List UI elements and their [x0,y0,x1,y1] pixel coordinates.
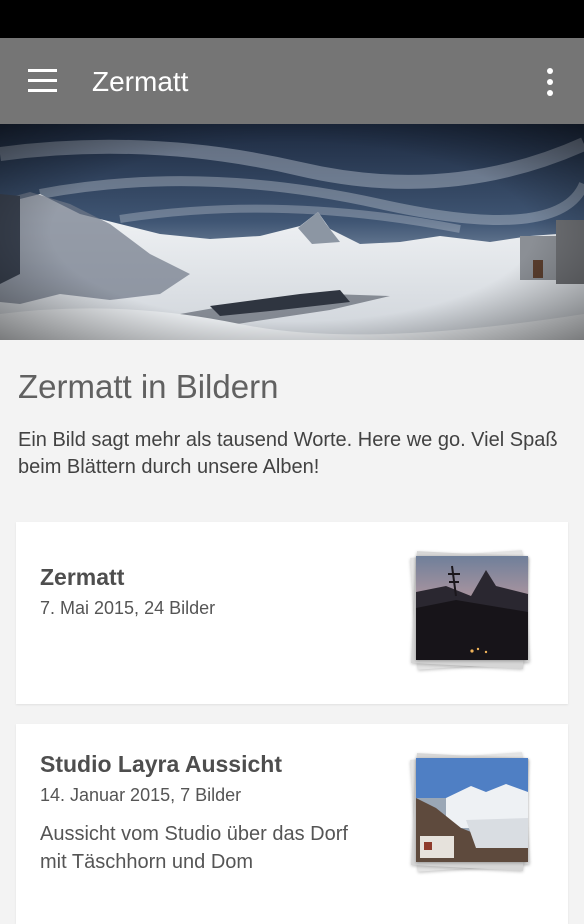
intro-text: Ein Bild sagt mehr als tausend Worte. He… [18,429,558,478]
app-title: Zermatt [92,66,189,97]
album-card-studio-layra[interactable]: Studio Layra Aussicht 14. Januar 2015, 7… [16,724,568,924]
header-image [0,124,584,340]
album-card-zermatt[interactable]: Zermatt 7. Mai 2015, 24 Bilder [16,522,568,704]
app-bar: Zermatt [0,38,584,124]
album-thumbnail [408,548,538,678]
album-title: Studio Layra Aussicht [40,751,282,777]
album-description: Aussicht vom Studio über das Dorf mit Tä… [40,823,348,873]
album-meta: 14. Januar 2015, 7 Bilder [40,785,242,805]
hamburger-menu-icon[interactable] [22,60,64,102]
status-bar [0,0,584,38]
more-vertical-icon[interactable] [532,60,568,104]
album-thumbnail [408,750,538,880]
album-title: Zermatt [40,564,125,590]
intro-title: Zermatt in Bildern [18,368,279,405]
album-meta: 7. Mai 2015, 24 Bilder [40,598,216,618]
